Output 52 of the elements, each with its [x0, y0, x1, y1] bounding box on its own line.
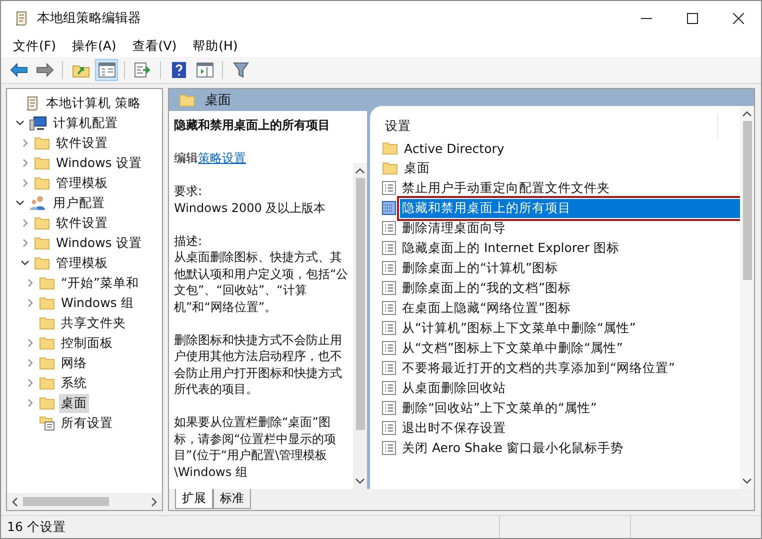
view-tab[interactable]: 标准 [213, 489, 251, 509]
tree-item[interactable]: 计算机配置 [51, 114, 120, 132]
setting-item[interactable]: 删除“回收站”上下文菜单的“属性” [400, 398, 599, 418]
window-title: 本地组策略编辑器 [37, 10, 141, 27]
tree-item[interactable]: 桌面 [59, 394, 89, 412]
menu-item[interactable]: 帮助(H) [184, 36, 246, 56]
edit-label: 编辑 [174, 151, 198, 165]
tree-item[interactable]: 软件设置 [54, 214, 110, 232]
setting-item[interactable]: 删除桌面上的“计算机”图标 [400, 258, 560, 278]
description-paragraph: 从桌面删除图标、快捷方式、其他默认项和用户定义项，包括“公文包”、“回收站”、“计算机”和“网络位置”。 [174, 249, 349, 315]
setting-item[interactable]: 删除清理桌面向导 [400, 218, 508, 238]
policy-title: 隐藏和禁用桌面上的所有项目 [174, 117, 331, 134]
tree-item[interactable]: 网络 [59, 354, 89, 372]
setting-item[interactable]: 退出时不保存设置 [400, 418, 508, 438]
tree-item[interactable]: 本地计算机 策略 [44, 94, 143, 112]
tree-item[interactable]: Windows 设置 [54, 154, 144, 172]
setting-item[interactable]: 在桌面上隐藏“网络位置”图标 [400, 298, 573, 318]
setting-item[interactable]: 从桌面删除回收站 [400, 378, 508, 398]
header-title: 桌面 [205, 92, 231, 109]
tree-item[interactable]: Windows 组 [59, 294, 136, 312]
menu-item[interactable]: 查看(V) [124, 36, 185, 56]
tree-item[interactable]: 控制面板 [59, 334, 115, 352]
tree-item[interactable]: 共享文件夹 [59, 314, 128, 332]
setting-item[interactable]: Active Directory [402, 140, 506, 156]
view-tab[interactable]: 扩展 [175, 489, 213, 509]
description-paragraph: 删除图标和快捷方式不会防止用户使用其他方法启动程序，也不会防止用户打开图标和快捷方式所代表的项目。 [174, 332, 343, 398]
requirements-label: 要求: [174, 183, 204, 200]
policy-settings-link[interactable]: 策略设置 [198, 151, 246, 165]
tree-item[interactable]: 所有设置 [59, 414, 115, 432]
tree-item[interactable]: 用户配置 [51, 194, 107, 212]
setting-item[interactable]: 删除桌面上的“我的文档”图标 [400, 278, 573, 298]
status-text: 16 个设置 [6, 518, 67, 536]
tree-item[interactable]: “开始”菜单和 [59, 274, 141, 292]
requirements-text: Windows 2000 及以上版本 [174, 200, 327, 216]
tree-item[interactable]: 软件设置 [54, 134, 110, 152]
menu-item[interactable]: 操作(A) [64, 36, 124, 56]
menu-item[interactable]: 文件(F) [5, 36, 64, 56]
tree-item[interactable]: Windows 设置 [54, 234, 144, 252]
setting-item[interactable]: 从“计算机”图标上下文菜单中删除“属性” [400, 318, 638, 338]
tree-item[interactable]: 管理模板 [54, 254, 110, 272]
tree-item[interactable]: 管理模板 [54, 174, 110, 192]
description-label: 描述: [174, 232, 204, 249]
setting-item[interactable]: 隐藏桌面上的 Internet Explorer 图标 [400, 238, 622, 258]
column-header[interactable]: 设置 [385, 118, 411, 134]
description-paragraph: 如果要从位置栏删除“桌面”图标，请参阅“位置栏中显示的项目”(位于“用户配置\管理模板\Windows 组 [174, 414, 338, 480]
setting-item[interactable]: 桌面 [402, 158, 432, 178]
setting-item[interactable]: 从“文档”图标上下文菜单中删除“属性” [400, 338, 625, 358]
setting-item[interactable]: 关闭 Aero Shake 窗口最小化鼠标手势 [400, 438, 626, 458]
setting-item[interactable]: 禁止用户手动重定向配置文件文件夹 [400, 178, 612, 198]
tree-item[interactable]: 系统 [59, 374, 89, 392]
setting-item[interactable]: 不要将最近打开的文档的共享添加到“网络位置” [400, 358, 677, 378]
setting-item[interactable]: 隐藏和禁用桌面上的所有项目 [400, 198, 740, 218]
